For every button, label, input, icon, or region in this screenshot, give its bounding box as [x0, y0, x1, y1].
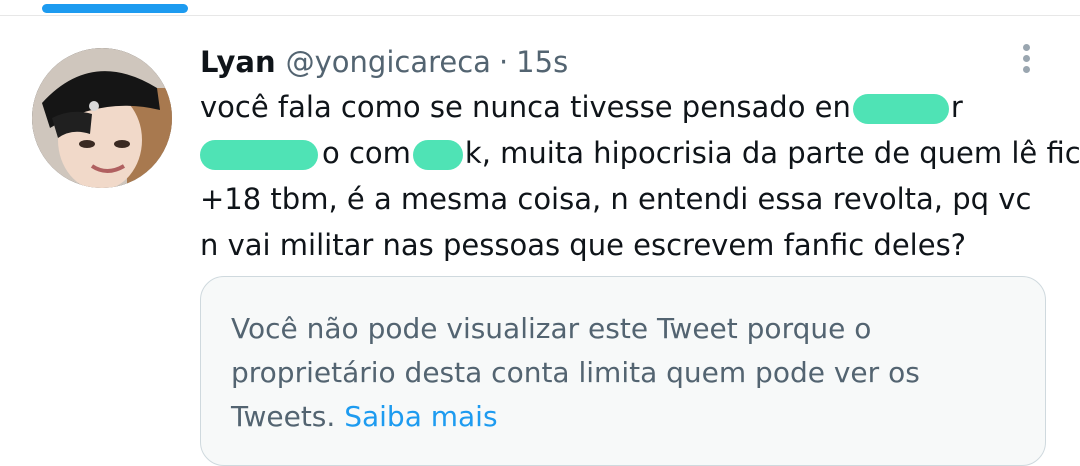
- tweet-text: você fala como se nunca tivesse pensado …: [200, 84, 1080, 268]
- avatar-image: [32, 48, 172, 188]
- tweet-header: Lyan @yongicareca · 15s: [200, 40, 568, 84]
- message-segment: Tweets.: [231, 400, 336, 433]
- user-handle[interactable]: @yongicareca: [286, 45, 491, 79]
- avatar[interactable]: [32, 48, 172, 188]
- message-line: Você não pode visualizar este Tweet porq…: [231, 312, 872, 345]
- tweet-text-segment: k, muita hipocrisia da parte de quem lê …: [464, 136, 1080, 170]
- active-tab-indicator: [42, 4, 188, 13]
- divider: [0, 15, 1080, 16]
- tweet-text-segment: r: [950, 90, 963, 124]
- timestamp[interactable]: 15s: [516, 45, 568, 79]
- learn-more-link[interactable]: Saiba mais: [344, 400, 497, 433]
- separator: ·: [498, 45, 509, 79]
- tweet-line: +18 tbm, é a mesma coisa, n entendi essa…: [200, 182, 1032, 216]
- tweet-text-segment: o com: [322, 136, 411, 170]
- redaction-mark: [412, 140, 463, 170]
- tweet-text-segment: você fala como se nunca tivesse pensado …: [200, 90, 851, 124]
- display-name[interactable]: Lyan: [200, 45, 276, 79]
- more-vertical-icon[interactable]: [1010, 40, 1042, 80]
- tweet-line: você fala como se nunca tivesse pensado …: [200, 84, 1060, 130]
- redaction-mark: [852, 94, 949, 124]
- redaction-mark: [200, 140, 318, 170]
- message-line: proprietário desta conta limita quem pod…: [231, 356, 920, 389]
- message-line: Tweets. Saiba mais: [231, 395, 1011, 439]
- unavailable-tweet-message: Você não pode visualizar este Tweet porq…: [231, 307, 1011, 439]
- tweet-line: o com k, muita hipocrisia da parte de que…: [200, 130, 1080, 176]
- tweet-line: n vai militar nas pessoas que escrevem f…: [200, 228, 967, 262]
- quoted-tweet-card[interactable]: Você não pode visualizar este Tweet porq…: [200, 276, 1046, 466]
